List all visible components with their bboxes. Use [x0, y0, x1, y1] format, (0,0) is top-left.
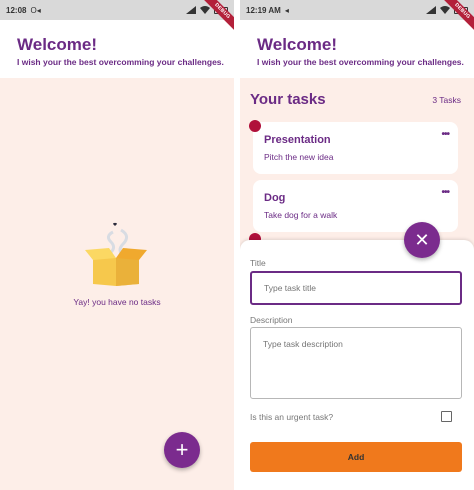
task-title: Dog	[264, 192, 286, 204]
add-button[interactable]: Add	[250, 442, 462, 472]
task-title: Presentation	[264, 134, 331, 146]
wifi-icon	[200, 6, 210, 14]
status-bar: 12:08 O ◂	[0, 0, 234, 20]
tasks-heading: Your tasks	[250, 91, 326, 108]
telegram-notification-icon: ◂	[36, 5, 41, 15]
title-label: Title	[250, 258, 266, 268]
task-card[interactable]: Presentation Pitch the new idea •••	[253, 122, 458, 174]
more-options-icon[interactable]: •••	[441, 187, 449, 198]
urgent-label: Is this an urgent task?	[250, 412, 334, 422]
page-subtitle: I wish your the best overcomming your ch…	[257, 57, 464, 67]
empty-box-icon	[85, 222, 147, 286]
status-time: 12:19 AM	[246, 5, 281, 15]
task-description-input[interactable]	[250, 327, 462, 399]
close-icon: ✕	[414, 230, 430, 250]
status-time: 12:08	[6, 5, 27, 15]
telegram-notification-icon: ◂	[284, 5, 289, 15]
add-task-button[interactable]: +	[164, 432, 200, 468]
welcome-header: Welcome! I wish your the best overcommin…	[0, 20, 234, 78]
empty-state-text: Yay! you have no tasks	[73, 297, 161, 307]
signal-icon	[186, 6, 196, 14]
status-bar: 12:19 AM ◂	[240, 0, 474, 20]
page-subtitle: I wish your the best overcomming your ch…	[17, 57, 224, 67]
signal-icon	[426, 6, 436, 14]
tasks-count: 3 Tasks	[432, 95, 461, 105]
wifi-icon	[440, 6, 450, 14]
urgent-indicator	[249, 120, 261, 132]
page-title: Welcome!	[17, 35, 97, 54]
task-list-screen: 12:19 AM ◂ DEBUG Welcome! I wish your th…	[240, 0, 474, 490]
urgent-checkbox[interactable]	[441, 411, 452, 422]
plus-icon: +	[175, 437, 189, 462]
close-sheet-button[interactable]: ✕	[404, 222, 440, 258]
task-description: Take dog for a walk	[264, 210, 338, 220]
task-title-input[interactable]	[250, 271, 462, 305]
welcome-header: Welcome! I wish your the best overcommin…	[240, 20, 474, 78]
empty-tasks-screen: 12:08 O ◂ DEBUG Welcome! I wish your the…	[0, 0, 234, 490]
description-label: Description	[250, 315, 293, 325]
task-description: Pitch the new idea	[264, 152, 334, 162]
page-title: Welcome!	[257, 35, 337, 54]
more-options-icon[interactable]: •••	[441, 129, 449, 140]
